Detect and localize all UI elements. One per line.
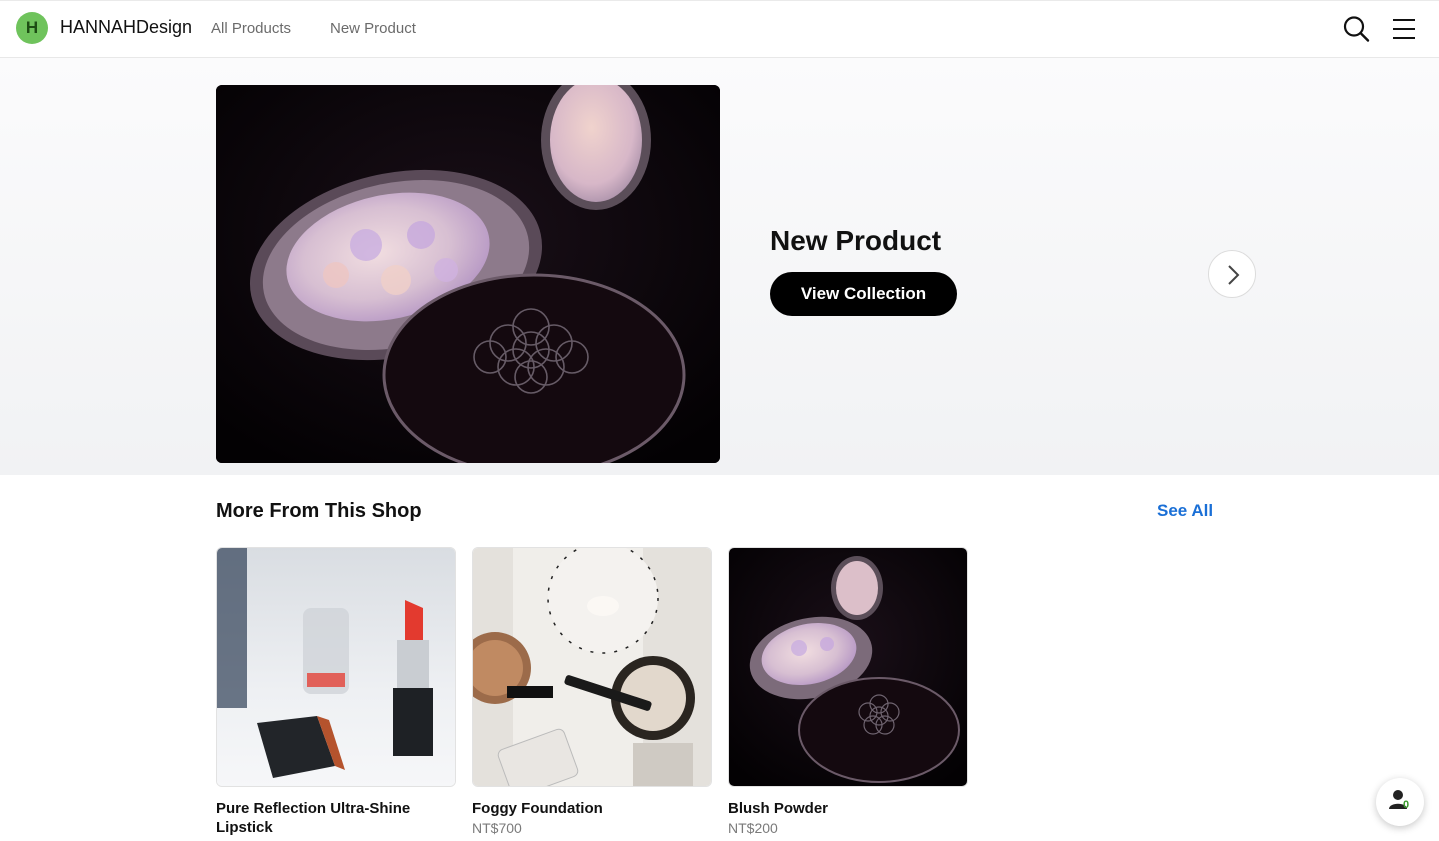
product-price: NT$200 — [728, 820, 778, 836]
view-collection-button[interactable]: View Collection — [770, 272, 957, 316]
menu-button[interactable] — [1390, 15, 1418, 43]
nav-new-product[interactable]: New Product — [330, 20, 416, 37]
account-float-button[interactable]: 0 — [1376, 778, 1424, 826]
product-card[interactable]: Pure Reflection Ultra-Shine Lipstick — [216, 547, 456, 837]
product-card[interactable]: Foggy Foundation NT$700 — [472, 547, 712, 836]
shop-logo[interactable]: H — [16, 12, 48, 44]
chevron-right-icon — [1228, 265, 1240, 285]
hamburger-menu-icon — [1393, 19, 1415, 39]
hero-banner: New Product View Collection — [0, 58, 1439, 475]
see-all-link[interactable]: See All — [1157, 501, 1213, 521]
shop-brand-name[interactable]: HANNAHDesign — [60, 17, 192, 38]
person-icon — [1389, 790, 1407, 809]
product-image[interactable] — [728, 547, 968, 787]
section-title: More From This Shop — [216, 500, 422, 522]
hero-product-image[interactable] — [216, 85, 720, 463]
product-price: NT$700 — [472, 820, 522, 836]
product-image[interactable] — [472, 547, 712, 787]
product-card[interactable]: Blush Powder NT$200 — [728, 547, 968, 836]
top-nav-bar: H HANNAHDesign All Products New Product — [0, 0, 1439, 58]
notification-count-badge: 0 — [1403, 799, 1410, 811]
product-name[interactable]: Foggy Foundation — [472, 799, 712, 818]
search-button[interactable] — [1340, 13, 1372, 45]
product-name[interactable]: Blush Powder — [728, 799, 968, 818]
product-image[interactable] — [216, 547, 456, 787]
nav-all-products[interactable]: All Products — [211, 20, 291, 37]
hero-title: New Product — [770, 225, 942, 256]
carousel-next-button[interactable] — [1208, 250, 1256, 298]
product-name[interactable]: Pure Reflection Ultra-Shine Lipstick — [216, 799, 456, 837]
search-icon — [1343, 16, 1370, 42]
